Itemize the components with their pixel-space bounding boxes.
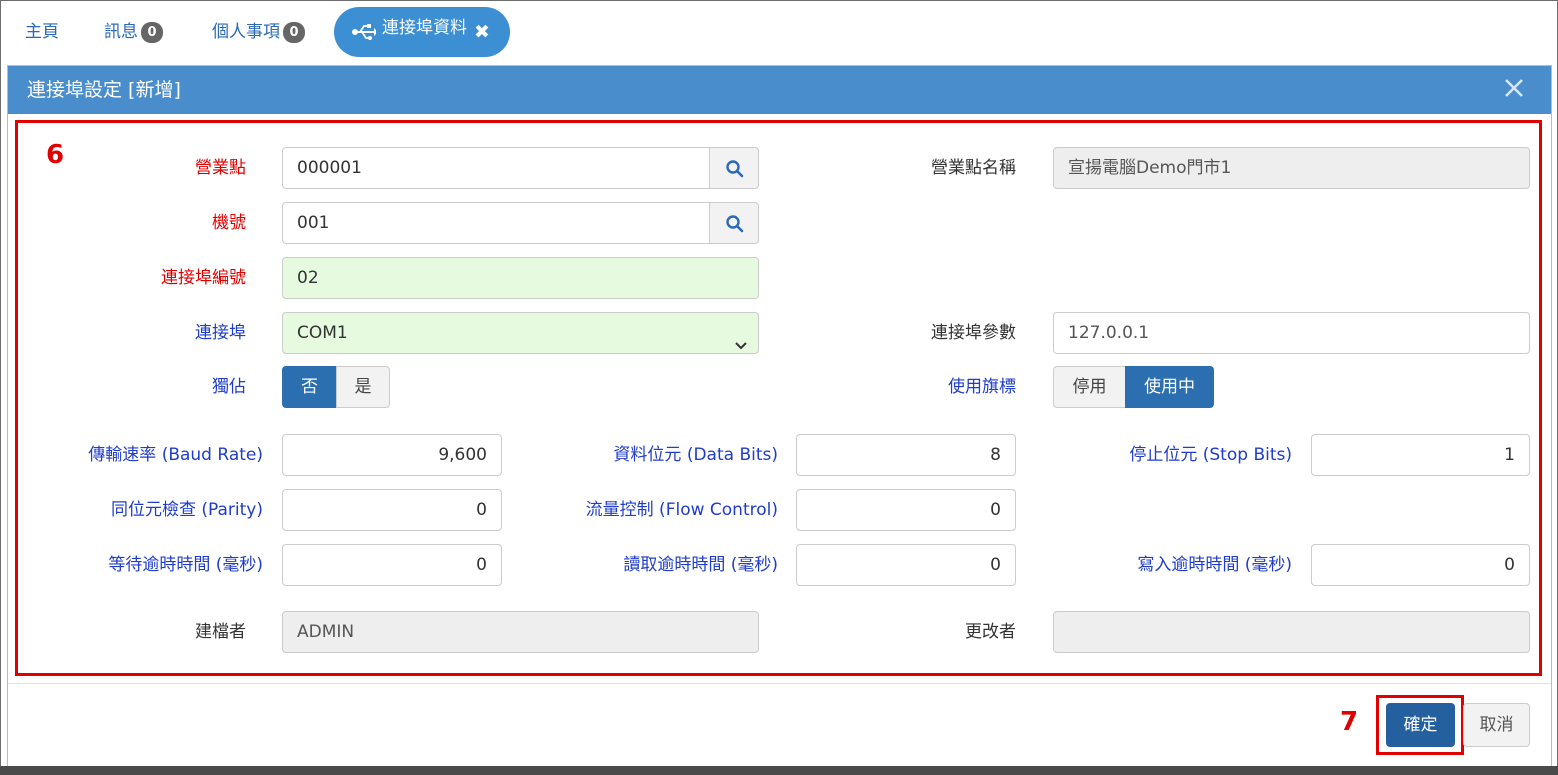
baud-rate-input[interactable]: 9,600	[282, 434, 502, 476]
store-label: 營業點	[195, 158, 246, 178]
search-icon	[726, 215, 744, 233]
creator-label: 建檔者	[195, 622, 246, 642]
tab-messages-label: 訊息	[104, 22, 138, 42]
tab-port-data[interactable]: 連接埠資料 ✖	[334, 7, 510, 57]
stop-bits-label: 停止位元 (Stop Bits)	[1129, 445, 1292, 465]
modifier-label: 更改者	[965, 622, 1016, 642]
data-bits-input[interactable]: 8	[796, 434, 1016, 476]
confirm-step-marker: 7	[1340, 707, 1359, 737]
machine-input[interactable]: 001	[282, 202, 710, 244]
search-icon	[726, 160, 744, 178]
store-search-button[interactable]	[709, 147, 759, 189]
baud-rate-label: 傳輸速率 (Baud Rate)	[88, 445, 263, 465]
personal-count-badge: 0	[283, 22, 305, 43]
store-input[interactable]: 000001	[282, 147, 710, 189]
machine-label: 機號	[212, 213, 246, 233]
dialog-title: 連接埠設定 [新增]	[27, 79, 181, 101]
tab-personal[interactable]: 個人事項 0	[212, 14, 305, 50]
confirm-button[interactable]: 確定	[1386, 703, 1455, 747]
footer-divider	[8, 683, 1551, 684]
write-timeout-input[interactable]: 0	[1311, 544, 1530, 586]
read-timeout-label: 讀取逾時時間 (毫秒)	[623, 555, 778, 575]
tab-home-label: 主頁	[25, 22, 59, 42]
use-flag-active-toggle[interactable]: 使用中	[1125, 366, 1214, 408]
cancel-button[interactable]: 取消	[1463, 703, 1530, 747]
messages-count-badge: 0	[141, 22, 163, 43]
use-flag-disabled-toggle[interactable]: 停用	[1053, 366, 1126, 408]
parity-label: 同位元檢查 (Parity)	[110, 500, 263, 520]
form-step-marker: 6	[46, 140, 65, 170]
use-flag-label: 使用旗標	[948, 377, 1016, 397]
dialog-header: 連接埠設定 [新增]	[8, 66, 1551, 114]
tab-port-data-label: 連接埠資料	[382, 18, 467, 38]
tab-messages[interactable]: 訊息 0	[104, 14, 163, 50]
port-label: 連接埠	[195, 323, 246, 343]
stop-bits-input[interactable]: 1	[1311, 434, 1530, 476]
bottom-edge	[0, 766, 1558, 775]
machine-search-button[interactable]	[709, 202, 759, 244]
modifier-field	[1053, 611, 1530, 653]
tab-close-icon[interactable]: ✖	[474, 7, 490, 57]
port-select-value: COM1	[297, 323, 348, 343]
chevron-down-icon	[734, 327, 748, 367]
tab-home[interactable]: 主頁	[25, 14, 59, 50]
flow-control-label: 流量控制 (Flow Control)	[585, 500, 778, 520]
write-timeout-label: 寫入逾時時間 (毫秒)	[1137, 555, 1292, 575]
wait-timeout-label: 等待逾時時間 (毫秒)	[108, 555, 263, 575]
tab-bar: 主頁 訊息 0 個人事項 0 連接埠資料 ✖	[0, 0, 1558, 64]
parity-input[interactable]: 0	[282, 489, 502, 531]
store-name-label: 營業點名稱	[931, 158, 1016, 178]
port-params-input[interactable]: 127.0.0.1	[1053, 312, 1530, 354]
read-timeout-input[interactable]: 0	[796, 544, 1016, 586]
close-icon[interactable]	[1501, 75, 1527, 101]
exclusive-yes-toggle[interactable]: 是	[336, 366, 390, 408]
exclusive-no-toggle[interactable]: 否	[282, 366, 337, 408]
port-no-label: 連接埠編號	[161, 268, 246, 288]
data-bits-label: 資料位元 (Data Bits)	[613, 445, 778, 465]
port-params-label: 連接埠參數	[931, 323, 1016, 343]
tab-personal-label: 個人事項	[212, 22, 280, 42]
creator-field: ADMIN	[282, 611, 759, 653]
port-no-input[interactable]: 02	[282, 257, 759, 299]
wait-timeout-input[interactable]: 0	[282, 544, 502, 586]
flow-control-input[interactable]: 0	[796, 489, 1016, 531]
exclusive-label: 獨佔	[212, 377, 246, 397]
port-select[interactable]: COM1	[282, 312, 759, 354]
store-name-field: 宣揚電腦Demo門市1	[1053, 147, 1530, 189]
